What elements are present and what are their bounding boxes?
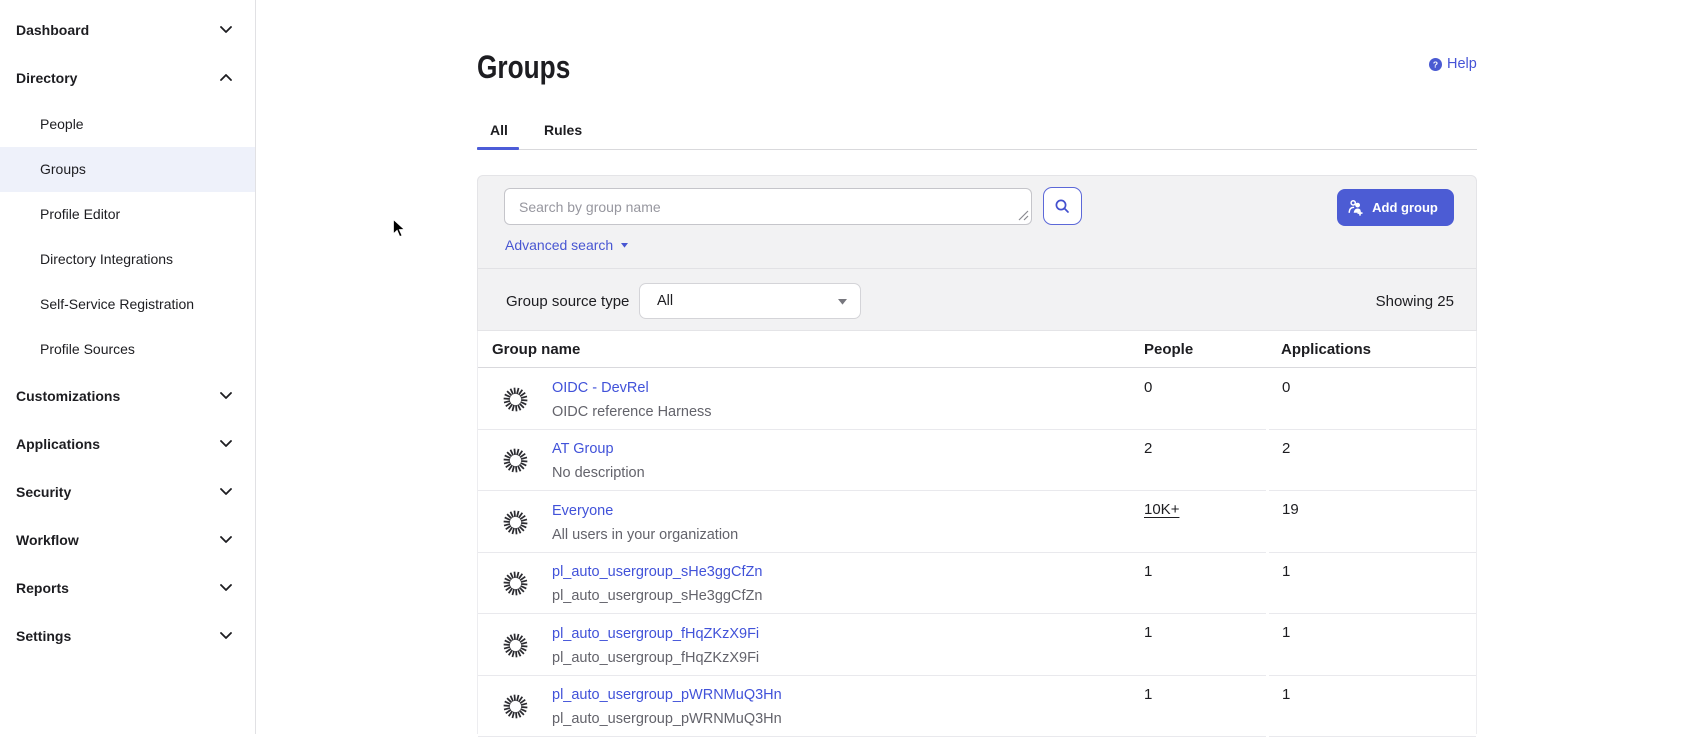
svg-text:?: ? xyxy=(1433,59,1438,69)
